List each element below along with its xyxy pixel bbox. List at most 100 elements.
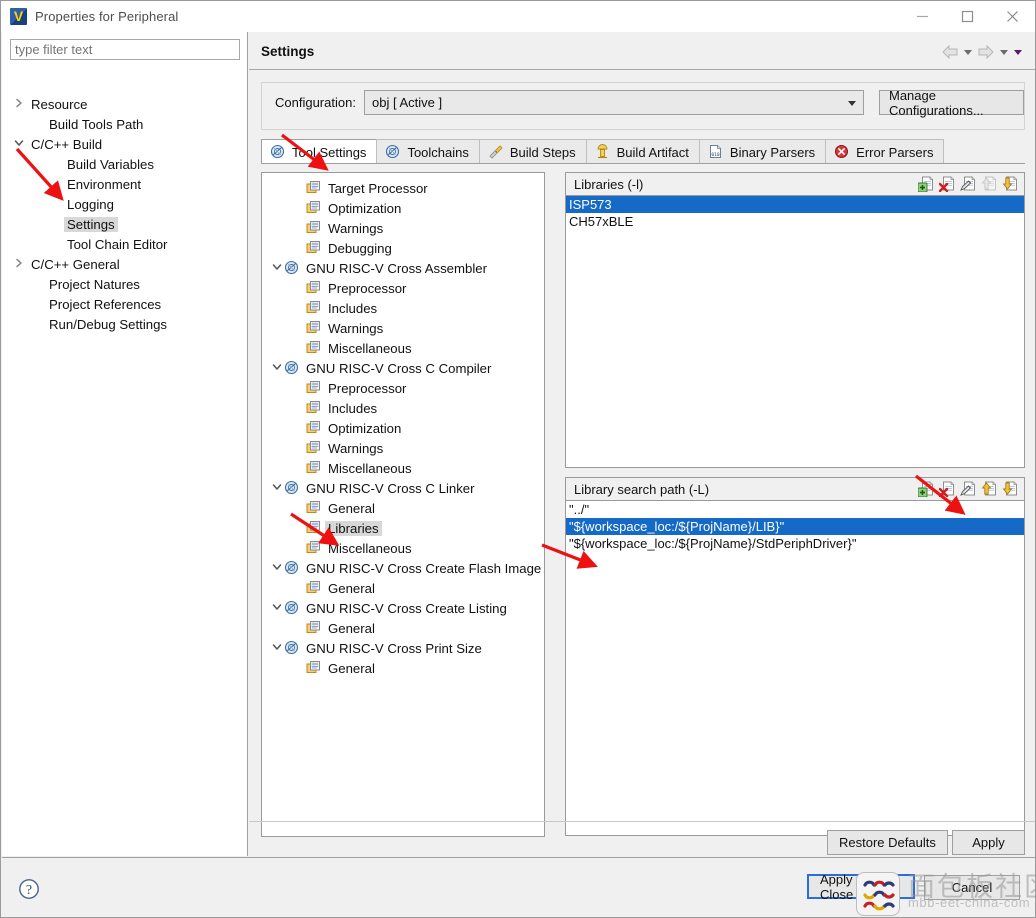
tab-toolchains[interactable]: Toolchains — [376, 139, 480, 164]
chevron-down-icon[interactable] — [270, 262, 284, 275]
chevron-down-icon[interactable] — [270, 482, 284, 495]
tool-tree-item-optimization[interactable]: Optimization — [262, 198, 544, 218]
folder-page-icon — [306, 500, 322, 516]
chevron-right-icon[interactable] — [10, 258, 28, 271]
tool-tree-item-debugging[interactable]: Debugging — [262, 238, 544, 258]
tool-tree-item-miscellaneous[interactable]: Miscellaneous — [262, 458, 544, 478]
minimize-icon[interactable] — [900, 1, 945, 32]
tool-tree-item-gnu-risc-v-cross-create-listing[interactable]: GNU RISC-V Cross Create Listing — [262, 598, 544, 618]
edit-icon[interactable] — [960, 176, 976, 192]
sidebar-item-resource[interactable]: Resource — [2, 94, 248, 114]
tool-tree-item-miscellaneous[interactable]: Miscellaneous — [262, 338, 544, 358]
sidebar-item-build-variables[interactable]: Build Variables — [2, 154, 248, 174]
tab-tool-settings[interactable]: Tool Settings — [261, 139, 378, 164]
tool-tree-item-target-processor[interactable]: Target Processor — [262, 178, 544, 198]
help-icon[interactable]: ? — [18, 878, 40, 903]
chevron-right-icon[interactable] — [10, 98, 28, 111]
tab-binary-parsers[interactable]: 010 Binary Parsers — [698, 139, 827, 164]
tool-tree-item-gnu-risc-v-cross-c-compiler[interactable]: GNU RISC-V Cross C Compiler — [262, 358, 544, 378]
tool-tree-item-general[interactable]: General — [262, 578, 544, 598]
tool-settings-tree[interactable]: Target Processor Optimization Warnings Debu… — [261, 172, 545, 837]
list-item[interactable]: "${workspace_loc:/${ProjName}/LIB}" — [566, 518, 1024, 535]
tool-tree-item-miscellaneous[interactable]: Miscellaneous — [262, 538, 544, 558]
back-arrow-icon[interactable] — [939, 42, 961, 62]
forward-menu-chevron-down-icon[interactable] — [997, 42, 1011, 62]
sidebar-item-project-references[interactable]: Project References — [2, 294, 248, 314]
add-icon[interactable] — [917, 176, 934, 193]
tabs-divider — [261, 163, 1025, 164]
sidebar-item-c-c-build[interactable]: C/C++ Build — [2, 134, 248, 154]
footer-divider — [249, 821, 1035, 822]
list-item[interactable]: ISP573 — [566, 196, 1024, 213]
sidebar-item-run-debug-settings[interactable]: Run/Debug Settings — [2, 314, 248, 334]
maximize-icon[interactable] — [945, 1, 990, 32]
tool-tree-item-gnu-risc-v-cross-c-linker[interactable]: GNU RISC-V Cross C Linker — [262, 478, 544, 498]
library-search-path-panel: Library search path (-L) "../" "${workspa… — [565, 477, 1025, 836]
tool-tree-item-label: Target Processor — [328, 180, 428, 196]
settings-tabs: Tool Settings Toolchains Build Steps Build … — [261, 139, 1025, 164]
list-item[interactable]: "${workspace_loc:/${ProjName}/StdPeriphD… — [566, 535, 1024, 552]
edit-icon[interactable] — [960, 481, 976, 497]
tab-build-steps[interactable]: Build Steps — [478, 139, 587, 164]
manage-configurations-button[interactable]: Manage Configurations... — [879, 88, 1024, 118]
configuration-combo[interactable]: obj [ Active ] — [364, 90, 864, 115]
tool-gear-icon — [284, 600, 300, 616]
tab-error-parsers[interactable]: Error Parsers — [825, 139, 945, 164]
apply-button[interactable]: Apply — [952, 830, 1025, 855]
sidebar-item-project-natures[interactable]: Project Natures — [2, 274, 248, 294]
restore-defaults-button[interactable]: Restore Defaults — [827, 830, 948, 855]
tool-tree-item-libraries[interactable]: Libraries — [262, 518, 544, 538]
chevron-down-icon[interactable] — [270, 362, 284, 375]
tab-label: Toolchains — [407, 144, 469, 160]
sidebar-item-environment[interactable]: Environment — [2, 174, 248, 194]
tool-tree-item-warnings[interactable]: Warnings — [262, 438, 544, 458]
delete-icon[interactable] — [938, 176, 955, 193]
tool-tree-item-warnings[interactable]: Warnings — [262, 218, 544, 238]
sidebar-item-settings[interactable]: Settings — [2, 214, 248, 234]
move-down-icon[interactable] — [1002, 481, 1018, 497]
chevron-down-icon[interactable] — [270, 642, 284, 655]
close-icon[interactable] — [990, 1, 1035, 32]
cancel-button[interactable]: Cancel — [924, 875, 1020, 900]
tool-tree-item-warnings[interactable]: Warnings — [262, 318, 544, 338]
tool-tree-item-general[interactable]: General — [262, 658, 544, 678]
sidebar-item-logging[interactable]: Logging — [2, 194, 248, 214]
list-item[interactable]: "../" — [566, 501, 1024, 518]
tool-tree-item-label: Warnings — [328, 320, 384, 336]
sidebar-item-tool-chain-editor[interactable]: Tool Chain Editor — [2, 234, 248, 254]
library-search-path-list[interactable]: "../" "${workspace_loc:/${ProjName}/LIB}"… — [565, 501, 1025, 836]
chevron-down-icon[interactable] — [270, 602, 284, 615]
tab-label: Binary Parsers — [729, 144, 816, 160]
tab-build-artifact[interactable]: Build Artifact — [585, 139, 700, 164]
tool-tree-item-gnu-risc-v-cross-assembler[interactable]: GNU RISC-V Cross Assembler — [262, 258, 544, 278]
back-menu-chevron-down-icon[interactable] — [961, 42, 975, 62]
sidebar-item-c-c-general[interactable]: C/C++ General — [2, 254, 248, 274]
apply-and-close-button[interactable]: Apply and Close — [807, 872, 915, 902]
filter-input[interactable] — [10, 39, 240, 60]
tool-tree-item-label: General — [328, 660, 375, 676]
view-menu-icon[interactable] — [1011, 42, 1025, 62]
chevron-down-icon[interactable] — [10, 138, 28, 151]
tool-tree-item-includes[interactable]: Includes — [262, 398, 544, 418]
move-down-icon[interactable] — [1002, 176, 1018, 192]
tool-tree-item-preprocessor[interactable]: Preprocessor — [262, 278, 544, 298]
tool-tree-item-gnu-risc-v-cross-create-flash-image[interactable]: GNU RISC-V Cross Create Flash Image — [262, 558, 544, 578]
tool-tree-item-label: Miscellaneous — [328, 340, 412, 356]
forward-arrow-icon[interactable] — [975, 42, 997, 62]
move-up-icon — [981, 176, 997, 192]
tool-tree-item-preprocessor[interactable]: Preprocessor — [262, 378, 544, 398]
chevron-down-icon[interactable] — [270, 562, 284, 575]
list-item[interactable]: CH57xBLE — [566, 213, 1024, 230]
tool-tree-item-gnu-risc-v-cross-print-size[interactable]: GNU RISC-V Cross Print Size — [262, 638, 544, 658]
add-icon[interactable] — [917, 481, 934, 498]
settings-content: Settings Configuration: obj [ Active ] M… — [249, 32, 1035, 856]
libraries-list[interactable]: ISP573 CH57xBLE — [565, 196, 1025, 468]
tool-tree-item-optimization[interactable]: Optimization — [262, 418, 544, 438]
sidebar-item-build-tools-path[interactable]: Build Tools Path — [2, 114, 248, 134]
folder-page-icon — [306, 460, 322, 476]
tool-tree-item-includes[interactable]: Includes — [262, 298, 544, 318]
tool-tree-item-general[interactable]: General — [262, 498, 544, 518]
delete-icon[interactable] — [938, 481, 955, 498]
tool-tree-item-general[interactable]: General — [262, 618, 544, 638]
move-up-icon[interactable] — [981, 481, 997, 497]
